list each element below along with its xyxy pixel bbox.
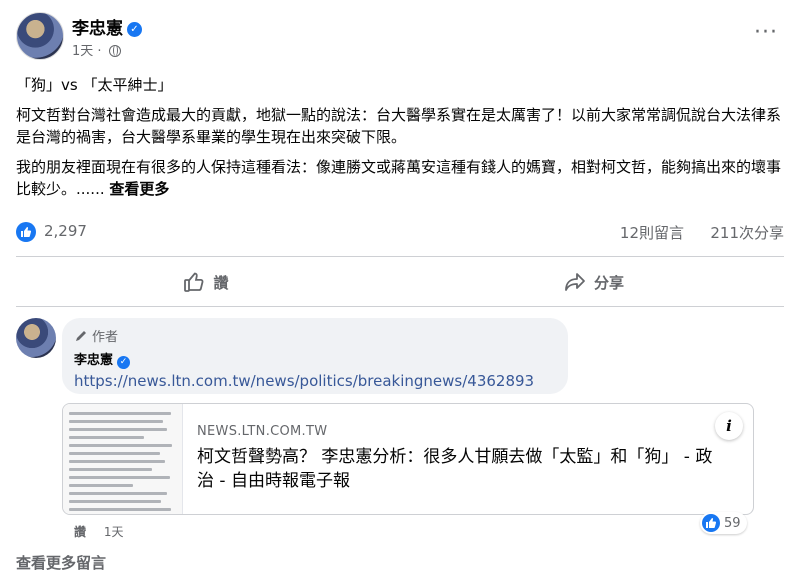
comment-avatar[interactable] [16, 318, 56, 358]
post-meta: 1天 · [72, 40, 121, 59]
comment-count[interactable]: 12則留言 [620, 222, 684, 243]
link-preview-card[interactable]: NEWS.LTN.COM.TW 柯文哲聲勢高？ 李忠憲分析：很多人甘願去做「太監… [62, 403, 754, 515]
author-name[interactable]: 李忠憲 ✓ [72, 14, 142, 39]
comment-author[interactable]: 李忠憲 ✓ [74, 349, 556, 369]
thumbs-up-icon [184, 272, 204, 292]
post-body: 「狗」vs 「太平紳士」 柯文哲對台灣社會造成最大的貢獻，地獄一點的說法：台大醫… [16, 74, 786, 208]
info-button[interactable]: i [715, 412, 743, 440]
post-header: 李忠憲 ✓ 1天 · ··· [16, 12, 784, 64]
comment-like-reaction-icon [702, 514, 720, 532]
author-tag-label: 作者 [92, 330, 119, 345]
share-button-label: 分享 [593, 273, 624, 292]
comment-author-name[interactable]: 李忠憲 [74, 353, 113, 368]
more-options-button[interactable]: ··· [748, 18, 784, 54]
preview-domain: NEWS.LTN.COM.TW [197, 424, 328, 439]
share-count[interactable]: 211次分享 [710, 222, 784, 243]
post-time[interactable]: 1天 [72, 44, 93, 59]
preview-text: NEWS.LTN.COM.TW 柯文哲聲勢高？ 李忠憲分析：很多人甘願去做「太監… [197, 424, 713, 493]
comment-actions: 讚 1天 [74, 523, 137, 540]
preview-thumbnail[interactable] [63, 404, 183, 514]
post-paragraph-2: 我的朋友裡面現在有很多的人保持這種看法：像連勝文或蔣萬安這種有錢人的媽寶，相對柯… [16, 156, 786, 200]
comment-link[interactable]: https://news.ltn.com.tw/news/politics/br… [74, 372, 556, 390]
globe-icon [108, 45, 121, 57]
comment-reaction-count: 59 [724, 515, 741, 531]
like-button-label: 讚 [213, 273, 229, 292]
comment-time[interactable]: 1天 [104, 525, 124, 539]
comment-bubble: 作者 李忠憲 ✓ https://news.ltn.com.tw/news/pol… [62, 318, 568, 394]
comment-reaction-badge[interactable]: 59 [700, 512, 747, 534]
preview-title[interactable]: 柯文哲聲勢高？ 李忠憲分析：很多人甘願去做「太監」和「狗」 - 政治 - 自由時… [197, 445, 713, 493]
verified-badge-icon: ✓ [127, 22, 142, 37]
stats-bar: 2,297 12則留言 211次分享 [16, 221, 784, 245]
author-name-text[interactable]: 李忠憲 [72, 19, 123, 39]
post-title-line: 「狗」vs 「太平紳士」 [16, 76, 173, 94]
divider-top [16, 256, 784, 257]
like-count[interactable]: 2,297 [44, 222, 87, 240]
like-button[interactable]: 讚 [16, 260, 396, 304]
post-paragraph-1: 柯文哲對台灣社會造成最大的貢獻，地獄一點的說法：台大醫學系實在是太厲害了！以前大… [16, 106, 782, 146]
author-tag: 作者 [74, 326, 556, 345]
comment-like-action[interactable]: 讚 [74, 525, 86, 539]
comment-verified-badge-icon: ✓ [117, 356, 131, 369]
like-reaction-icon[interactable] [16, 222, 36, 242]
action-bar: 讚 分享 [16, 260, 784, 304]
author-avatar[interactable] [16, 12, 64, 60]
share-arrow-icon [565, 273, 585, 291]
view-more-comments-link[interactable]: 查看更多留言 [16, 552, 106, 573]
pen-icon [76, 330, 86, 341]
divider-bottom [16, 306, 784, 307]
share-button[interactable]: 分享 [404, 260, 784, 304]
see-more-link[interactable]: 查看更多 [109, 180, 169, 198]
